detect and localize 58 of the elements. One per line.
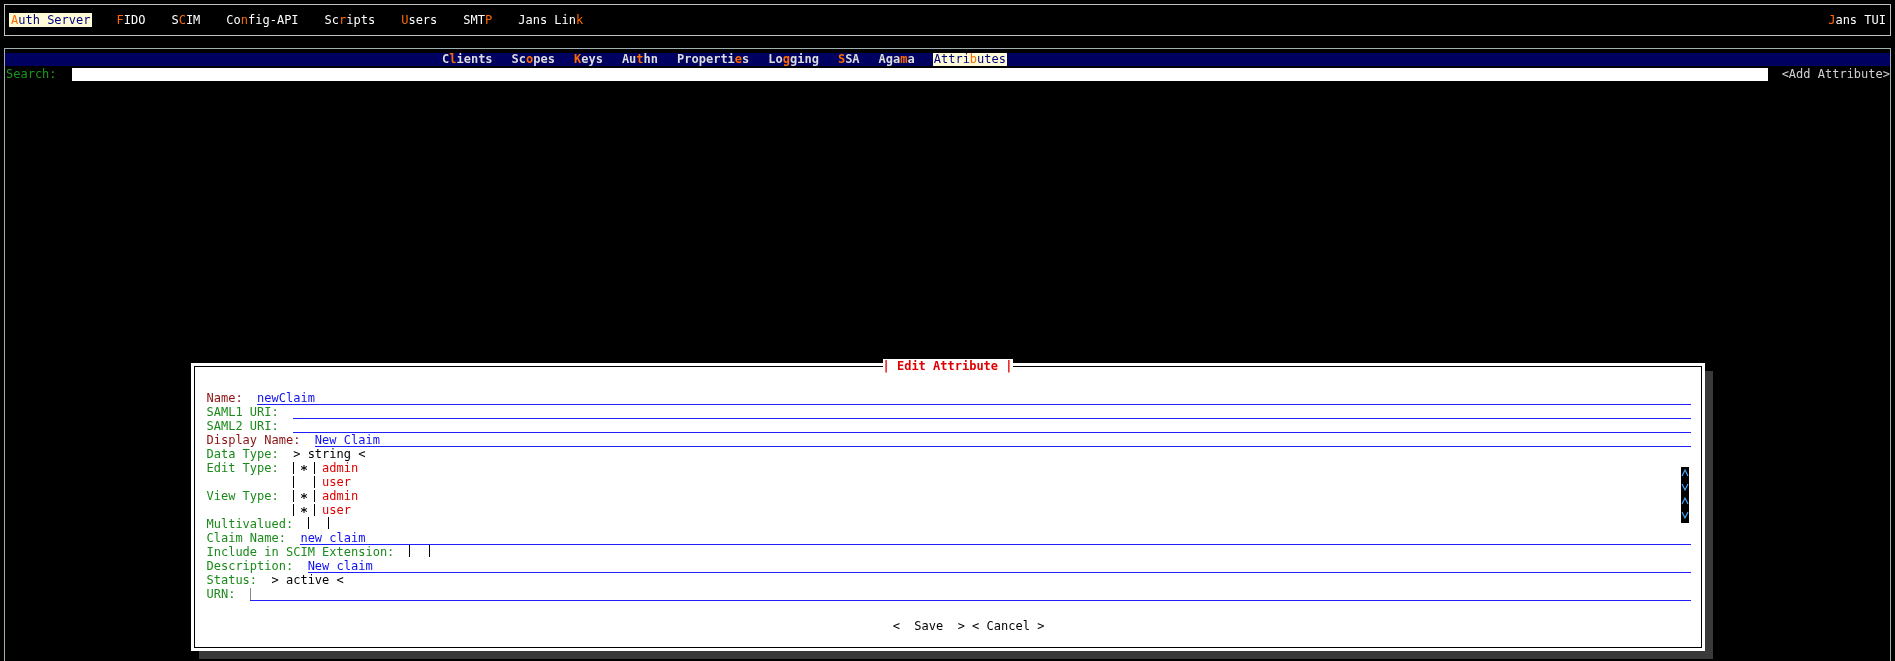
- input-field[interactable]: newClaim: [257, 391, 1691, 405]
- field-label: Name:: [206, 391, 243, 405]
- field-label: Description:: [206, 559, 294, 573]
- search-label: Search:: [5, 67, 58, 81]
- menu-item[interactable]: Jans Link: [516, 13, 586, 27]
- field-label: SAML2 URI:: [206, 419, 279, 433]
- field-label: Display Name:: [206, 433, 301, 447]
- add-attribute-button[interactable]: <Add Attribute>: [1767, 67, 1890, 81]
- menu-item[interactable]: SCIM: [169, 13, 203, 27]
- menu-item[interactable]: Users: [399, 13, 440, 27]
- tab[interactable]: Clients: [441, 53, 494, 66]
- field-label: SAML1 URI:: [206, 405, 279, 419]
- tab[interactable]: Keys: [572, 53, 604, 66]
- input-field[interactable]: New claim: [307, 559, 1691, 573]
- tab[interactable]: Authn: [620, 53, 660, 66]
- field-label: Include in SCIM Extension:: [206, 545, 395, 559]
- tab[interactable]: Properties: [676, 53, 751, 66]
- option-label: user: [322, 475, 351, 489]
- input-field[interactable]: new_claim: [300, 531, 1691, 545]
- field-label: Data Type:: [206, 447, 279, 461]
- menu-item[interactable]: SMTP: [461, 13, 495, 27]
- tab[interactable]: Scopes: [510, 53, 556, 66]
- select-value[interactable]: > string <: [293, 447, 366, 461]
- checkbox[interactable]: [293, 490, 315, 502]
- checkbox[interactable]: [307, 517, 330, 529]
- tab[interactable]: SSA: [836, 53, 861, 66]
- menu-item[interactable]: Config-API: [224, 13, 301, 27]
- asterisk-icon: [301, 507, 307, 513]
- input-field[interactable]: [249, 587, 1691, 601]
- asterisk-icon: [301, 465, 307, 471]
- scroll-arrows-icon[interactable]: [1680, 467, 1689, 523]
- checkbox[interactable]: [408, 545, 431, 557]
- input-field[interactable]: New Claim: [314, 433, 1691, 447]
- field-label: Claim Name:: [206, 531, 286, 545]
- field-label: URN:: [206, 587, 236, 601]
- dialog-button[interactable]: < Save >: [892, 619, 965, 633]
- app-name: Jans TUI: [1828, 13, 1886, 27]
- checkbox[interactable]: [293, 504, 315, 516]
- tab[interactable]: Attributes: [932, 53, 1007, 66]
- tab[interactable]: Agama: [877, 53, 916, 66]
- checkbox[interactable]: [293, 476, 315, 488]
- search-field[interactable]: [72, 67, 1768, 81]
- field-label: Edit Type:: [206, 461, 279, 475]
- tab[interactable]: Logging: [767, 53, 820, 66]
- menu-item[interactable]: FIDO: [114, 13, 148, 27]
- option-label: admin: [322, 461, 359, 475]
- option-label: admin: [322, 489, 359, 503]
- field-label: Status:: [206, 573, 258, 587]
- select-value[interactable]: > active <: [271, 573, 344, 587]
- menu-item[interactable]: Scripts: [322, 13, 378, 27]
- field-label: View Type:: [206, 489, 279, 503]
- dialog-button[interactable]: < Cancel >: [972, 619, 1045, 633]
- asterisk-icon: [301, 493, 307, 499]
- dialog-title: | Edit Attribute |: [882, 359, 1013, 373]
- option-label: user: [322, 503, 351, 517]
- checkbox[interactable]: [293, 462, 315, 474]
- menu-item[interactable]: Auth Server: [9, 13, 93, 27]
- field-label: Multivalued:: [206, 517, 294, 531]
